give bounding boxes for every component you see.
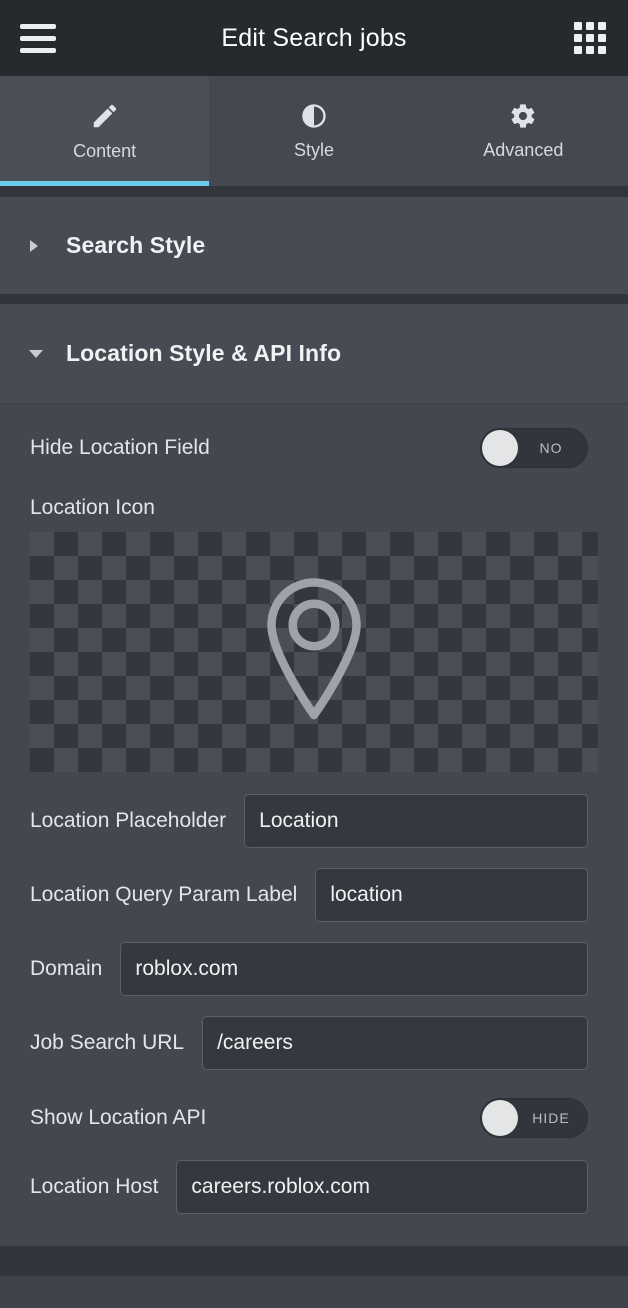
contrast-icon [300, 102, 328, 130]
row-location-host: Location Host careers.roblox.com [0, 1150, 628, 1224]
input-job-search-url[interactable]: /careers [202, 1016, 588, 1070]
toggle-knob [482, 430, 518, 466]
toggle-knob [482, 1100, 518, 1136]
section-title-location-style: Location Style & API Info [66, 340, 341, 367]
location-style-panel: Hide Location Field NO Location Icon Loc… [0, 404, 628, 1246]
top-bar: Edit Search jobs [0, 0, 628, 76]
row-domain: Domain roblox.com [0, 932, 628, 1006]
tab-bar: Content Style Advanced [0, 76, 628, 186]
hamburger-bar [20, 24, 56, 29]
tab-style[interactable]: Style [209, 76, 418, 186]
tab-content-label: Content [73, 141, 136, 162]
label-hide-location-field: Hide Location Field [30, 436, 210, 460]
toggle-state-label: HIDE [518, 1110, 588, 1126]
panel-bottom-strip [0, 1276, 628, 1286]
tab-style-label: Style [294, 140, 334, 161]
label-location-query-param: Location Query Param Label [30, 883, 297, 907]
pencil-icon [90, 101, 120, 131]
input-location-host[interactable]: careers.roblox.com [176, 1160, 588, 1214]
toggle-state-label: NO [518, 440, 588, 456]
section-title-search-style: Search Style [66, 232, 205, 259]
tab-advanced-label: Advanced [483, 140, 563, 161]
page-title: Edit Search jobs [60, 24, 568, 53]
hamburger-bar [20, 36, 56, 41]
row-hide-location-field: Hide Location Field NO [0, 404, 628, 478]
toggle-show-location-api[interactable]: HIDE [480, 1098, 588, 1138]
row-location-placeholder: Location Placeholder Location [0, 772, 628, 858]
label-show-location-api: Show Location API [30, 1106, 206, 1130]
panel-bottom-gap [0, 1246, 628, 1276]
label-domain: Domain [30, 957, 102, 981]
row-show-location-api: Show Location API HIDE [0, 1080, 628, 1150]
input-domain[interactable]: roblox.com [120, 942, 588, 996]
label-location-host: Location Host [30, 1175, 158, 1199]
tab-advanced[interactable]: Advanced [419, 76, 628, 186]
section-header-search-style[interactable]: Search Style [0, 197, 628, 294]
section-gap [0, 294, 628, 304]
label-location-placeholder: Location Placeholder [30, 809, 226, 833]
section-gap [0, 186, 628, 197]
hamburger-bar [20, 48, 56, 53]
location-icon-preview[interactable] [30, 532, 598, 772]
map-pin-icon [259, 575, 369, 730]
tab-content[interactable]: Content [0, 76, 209, 186]
section-header-location-style[interactable]: Location Style & API Info [0, 304, 628, 404]
input-location-query-param[interactable]: location [315, 868, 588, 922]
caret-right-icon [28, 239, 54, 253]
row-location-query-param-label: Location Query Param Label location [0, 858, 628, 932]
label-location-icon: Location Icon [0, 478, 628, 532]
label-job-search-url: Job Search URL [30, 1031, 184, 1055]
gear-icon [509, 102, 537, 130]
input-location-placeholder[interactable]: Location [244, 794, 588, 848]
caret-down-icon [28, 348, 54, 360]
grid-apps-icon[interactable] [568, 18, 612, 58]
toggle-hide-location-field[interactable]: NO [480, 428, 588, 468]
row-job-search-url: Job Search URL /careers [0, 1006, 628, 1080]
hamburger-icon[interactable] [16, 18, 60, 58]
